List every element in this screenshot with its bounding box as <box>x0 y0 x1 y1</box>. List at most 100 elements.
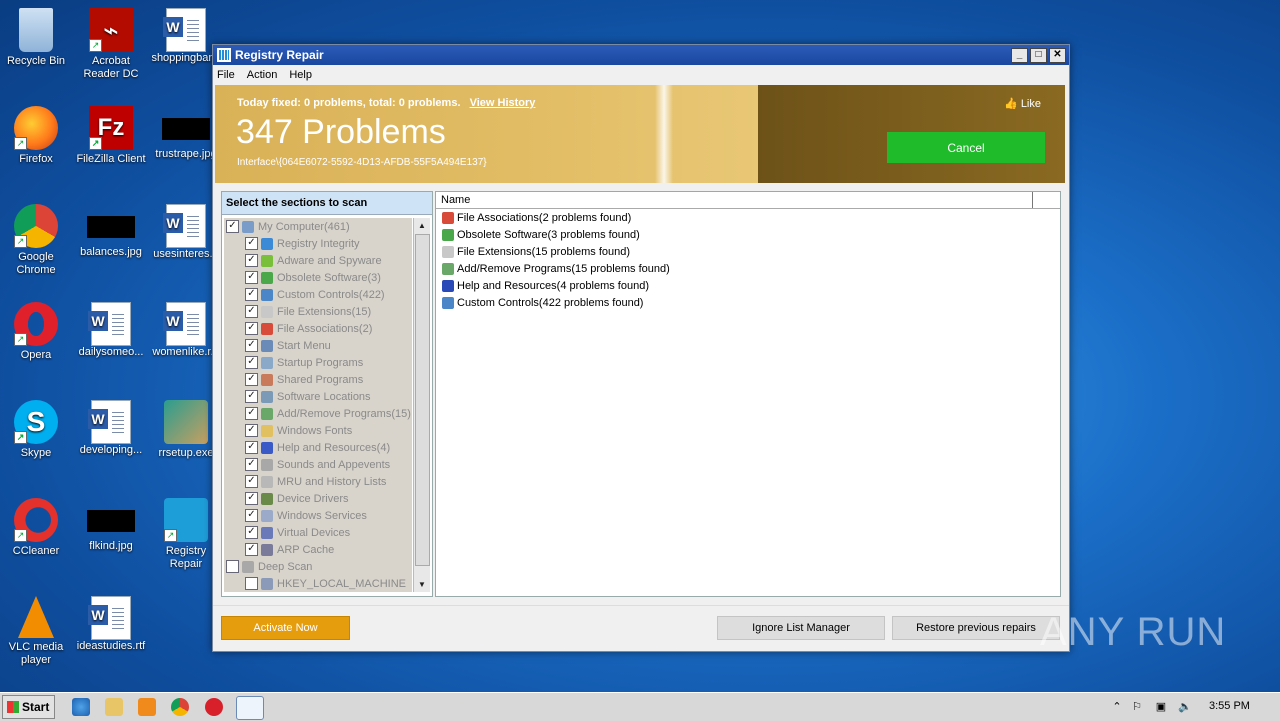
column-header-name[interactable]: Name <box>436 192 1060 209</box>
tree-item-checkbox[interactable]: ✓ <box>245 526 258 539</box>
tree-item[interactable]: HKEY_LOCAL_MACHINE <box>224 575 412 592</box>
tree-item[interactable]: ✓ Windows Fonts <box>224 422 412 439</box>
desktop-icon-ccleaner[interactable]: ↗ CCleaner <box>0 498 72 558</box>
tree-item-checkbox[interactable]: ✓ <box>245 390 258 403</box>
internet-explorer-icon[interactable] <box>72 698 90 716</box>
desktop-icon-filezilla[interactable]: Fz ↗ FileZilla Client <box>75 106 147 166</box>
tree-item[interactable]: ✓ ARP Cache <box>224 541 412 558</box>
ignore-list-manager-button[interactable]: Ignore List Manager <box>717 616 885 640</box>
tree-item[interactable]: ✓ File Associations(2) <box>224 320 412 337</box>
tree-item-checkbox[interactable]: ✓ <box>245 339 258 352</box>
scrollbar-thumb[interactable] <box>415 234 430 566</box>
title-bar[interactable]: Registry Repair _ □ ✕ <box>213 45 1069 65</box>
registry-repair-taskbar-button[interactable] <box>236 696 264 720</box>
media-player-icon[interactable] <box>138 698 156 716</box>
start-button[interactable]: Start <box>2 695 55 719</box>
desktop-icon-developing[interactable]: developing... <box>75 400 147 457</box>
desktop-icon-ideastudies[interactable]: ideastudies.rtf <box>75 596 147 653</box>
tree-item-checkbox[interactable]: ✓ <box>245 305 258 318</box>
activate-now-button[interactable]: Activate Now <box>221 616 350 640</box>
column-separator[interactable] <box>1032 192 1033 208</box>
tree-item[interactable]: ✓ My Computer(461) <box>224 218 412 235</box>
desktop-icon-opera[interactable]: ↗ Opera <box>0 302 72 362</box>
result-row[interactable]: Help and Resources(4 problems found) <box>436 277 1060 294</box>
tree-item-checkbox[interactable] <box>226 560 239 573</box>
tree-item-checkbox[interactable]: ✓ <box>245 288 258 301</box>
tree-item-checkbox[interactable]: ✓ <box>245 356 258 369</box>
tree-item[interactable]: ✓ Help and Resources(4) <box>224 439 412 456</box>
tree-item[interactable]: ✓ Startup Programs <box>224 354 412 371</box>
maximize-button[interactable]: □ <box>1030 47 1047 63</box>
desktop-icon-firefox[interactable]: ↗ Firefox <box>0 106 72 166</box>
tree-item[interactable]: ✓ File Extensions(15) <box>224 303 412 320</box>
tree-item-checkbox[interactable]: ✓ <box>245 254 258 267</box>
tree-item-checkbox[interactable]: ✓ <box>245 475 258 488</box>
cancel-button[interactable]: Cancel <box>887 132 1045 163</box>
tree-item-checkbox[interactable]: ✓ <box>226 220 239 233</box>
start-menu-icon <box>261 339 273 352</box>
result-row[interactable]: File Extensions(15 problems found) <box>436 243 1060 260</box>
tree-item[interactable]: Deep Scan <box>224 558 412 575</box>
close-button[interactable]: ✕ <box>1049 47 1066 63</box>
word-document-icon <box>163 8 206 52</box>
result-row[interactable]: Add/Remove Programs(15 problems found) <box>436 260 1060 277</box>
desktop-icon-chrome[interactable]: ↗ Google Chrome <box>0 204 72 277</box>
desktop-icon-skype[interactable]: S ↗ Skype <box>0 400 72 460</box>
tree-item[interactable]: ✓ Virtual Devices <box>224 524 412 541</box>
action-center-flag-icon[interactable]: ⚐ <box>1130 700 1144 714</box>
tree-item[interactable]: ✓ MRU and History Lists <box>224 473 412 490</box>
result-row[interactable]: Obsolete Software(3 problems found) <box>436 226 1060 243</box>
file-explorer-icon[interactable] <box>105 698 123 716</box>
desktop-icon-vlc[interactable]: VLC media player <box>0 596 72 667</box>
desktop-icon-dailysomeo[interactable]: dailysomeo... <box>75 302 147 359</box>
chrome-taskbar-icon[interactable] <box>171 698 189 716</box>
menu-action[interactable]: Action <box>247 69 278 81</box>
result-row[interactable]: Custom Controls(422 problems found) <box>436 294 1060 311</box>
clock[interactable]: 3:55 PM <box>1209 700 1250 712</box>
tree-item-checkbox[interactable] <box>245 577 258 590</box>
tree-item-checkbox[interactable]: ✓ <box>245 492 258 505</box>
tree-item[interactable]: ✓ Add/Remove Programs(15) <box>224 405 412 422</box>
minimize-button[interactable]: _ <box>1011 47 1028 63</box>
scroll-up-icon[interactable]: ▲ <box>414 218 430 233</box>
result-row[interactable]: File Associations(2 problems found) <box>436 209 1060 226</box>
network-icon[interactable]: ▣ <box>1154 700 1168 714</box>
desktop-icon-recycle-bin[interactable]: Recycle Bin <box>0 8 72 68</box>
tree-item[interactable]: ✓ Software Locations <box>224 388 412 405</box>
tree-item-checkbox[interactable]: ✓ <box>245 271 258 284</box>
opera-taskbar-icon[interactable] <box>205 698 223 716</box>
tree-item-checkbox[interactable]: ✓ <box>245 424 258 437</box>
desktop-icon-balances[interactable]: balances.jpg <box>75 204 147 259</box>
tree-item[interactable]: ✓ Device Drivers <box>224 490 412 507</box>
tree-item-checkbox[interactable]: ✓ <box>245 543 258 556</box>
tree-item-checkbox[interactable]: ✓ <box>245 509 258 522</box>
tree-item-checkbox[interactable]: ✓ <box>245 373 258 386</box>
scroll-down-icon[interactable]: ▼ <box>414 577 430 592</box>
tree-item[interactable]: ✓ Adware and Spyware <box>224 252 412 269</box>
tree-item[interactable]: ✓ Sounds and Appevents <box>224 456 412 473</box>
like-button[interactable]: 👍 Like <box>1004 97 1041 110</box>
desktop-icon-flkind[interactable]: flkind.jpg <box>75 498 147 553</box>
menu-help[interactable]: Help <box>289 69 312 81</box>
tree-item[interactable]: ✓ Custom Controls(422) <box>224 286 412 303</box>
volume-icon[interactable]: 🔈 <box>1178 700 1192 714</box>
view-history-link[interactable]: View History <box>470 97 536 109</box>
tree-item-checkbox[interactable]: ✓ <box>245 322 258 335</box>
restore-previous-repairs-button[interactable]: Restore previous repairs <box>892 616 1060 640</box>
shared-icon <box>261 373 273 386</box>
tree-scrollbar[interactable]: ▲ ▼ <box>413 218 430 592</box>
tray-expand-icon[interactable]: ⌃ <box>1110 700 1124 714</box>
tree-item[interactable]: ✓ Registry Integrity <box>224 235 412 252</box>
tree-item-checkbox[interactable]: ✓ <box>245 237 258 250</box>
tree-item[interactable]: ✓ Start Menu <box>224 337 412 354</box>
deep-scan-icon <box>242 560 254 573</box>
tree-item[interactable]: ✓ Windows Services <box>224 507 412 524</box>
tree-item-checkbox[interactable]: ✓ <box>245 441 258 454</box>
tree-item[interactable]: ✓ Obsolete Software(3) <box>224 269 412 286</box>
tree-item-checkbox[interactable]: ✓ <box>245 458 258 471</box>
desktop-icon-acrobat[interactable]: ⌁ ↗ Acrobat Reader DC <box>75 8 147 81</box>
tree-item-label: Software Locations <box>277 390 371 403</box>
tree-item[interactable]: ✓ Shared Programs <box>224 371 412 388</box>
menu-file[interactable]: File <box>217 69 235 81</box>
tree-item-checkbox[interactable]: ✓ <box>245 407 258 420</box>
